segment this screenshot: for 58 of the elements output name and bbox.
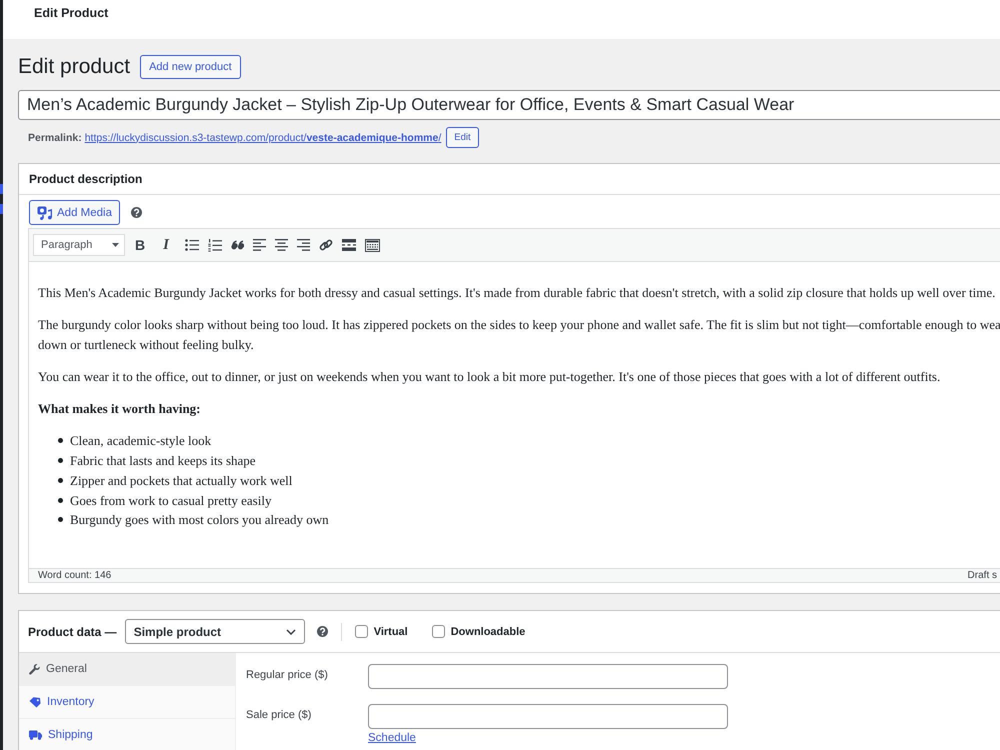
checkbox[interactable] [354, 625, 368, 638]
page-title: Edit Product [34, 6, 108, 21]
add-media-button[interactable]: Add Media [29, 200, 120, 225]
bullet-icon [58, 458, 63, 464]
tab[interactable]: Shipping [19, 719, 235, 750]
media-icon [37, 206, 52, 220]
checkbox-label: Virtual [374, 626, 408, 638]
tag-icon [29, 696, 41, 708]
price-input[interactable] [368, 664, 728, 689]
link-icon[interactable] [319, 238, 333, 252]
edit-permalink-button[interactable]: Edit [446, 127, 479, 148]
page-heading: Edit product [18, 54, 130, 79]
add-new-product-button[interactable]: Add new product [140, 54, 241, 78]
tab[interactable]: General [19, 653, 235, 686]
read-more-icon[interactable] [342, 239, 356, 251]
schedule-link[interactable]: Schedule [368, 732, 416, 744]
panel-title: Product data — [28, 624, 117, 638]
italic-button[interactable]: I [156, 235, 176, 255]
checkbox[interactable] [432, 625, 445, 638]
caret-icon [112, 243, 119, 247]
list-item: Fabric that lasts and keeps its shape [70, 452, 256, 470]
bold-button[interactable]: B [130, 235, 150, 255]
list-item: Zipper and pockets that actually work well [70, 472, 292, 490]
list-item: Goes from work to casual pretty easily [70, 492, 272, 510]
title-field[interactable]: Men’s Academic Burgundy Jacket – Stylish Zip-Up Outerwear for Office, Events & Smart Casual Wear [18, 90, 1000, 120]
chevron-down-icon [286, 628, 296, 634]
bullet-icon [58, 498, 63, 503]
product-type-select[interactable]: Simple product [124, 619, 305, 644]
list-item: Clean, academic-style look [70, 432, 212, 450]
bullet-icon [58, 478, 63, 483]
tab[interactable]: Inventory [19, 686, 235, 719]
keyboard-icon[interactable] [365, 238, 380, 252]
align-center-icon[interactable] [275, 239, 288, 251]
permalink-link[interactable]: https://luckydiscussion.s3-tastewp.com/product/veste-academique-homme/ [84, 132, 442, 144]
list-item: Burgundy goes with most colors you already own [70, 511, 329, 530]
word-count: Word count: 146 [38, 569, 112, 582]
bullet-icon [58, 438, 63, 444]
paragraph: You can wear it to the office, out to dinner, or just on weekends when you want to look a bit more put-together. It's one of those pieces that goes with a lot of different outfits. [38, 368, 942, 386]
align-right-icon[interactable] [297, 239, 310, 251]
panel-title: Product description [29, 172, 142, 186]
wrench-icon [29, 664, 40, 674]
numbered-list-icon[interactable] [208, 238, 222, 252]
field-label: Sale price ($) [246, 708, 312, 721]
paragraph: This Men's Academic Burgundy Jacket works for both dressy and casual settings. It's made from durable fabric that doesn't stretch, with a solid zip closure that holds up well over time. [38, 284, 996, 302]
field-label: Regular price ($) [246, 668, 329, 681]
bullet-icon [58, 517, 63, 522]
help-icon[interactable] [130, 207, 142, 218]
checkbox-label: Downloadable [450, 626, 526, 638]
format-select[interactable]: Paragraph [33, 234, 125, 256]
price-input[interactable] [368, 704, 728, 729]
draft-status: Draft s [968, 569, 997, 582]
content-heading: What makes it worth having: [38, 400, 202, 418]
help-icon[interactable] [316, 626, 328, 637]
align-left-icon[interactable] [253, 239, 266, 251]
truck-icon [29, 730, 42, 740]
quote-icon[interactable] [231, 240, 244, 250]
bullet-list-icon[interactable] [185, 239, 199, 251]
permalink-label: Permalink: [28, 132, 82, 144]
